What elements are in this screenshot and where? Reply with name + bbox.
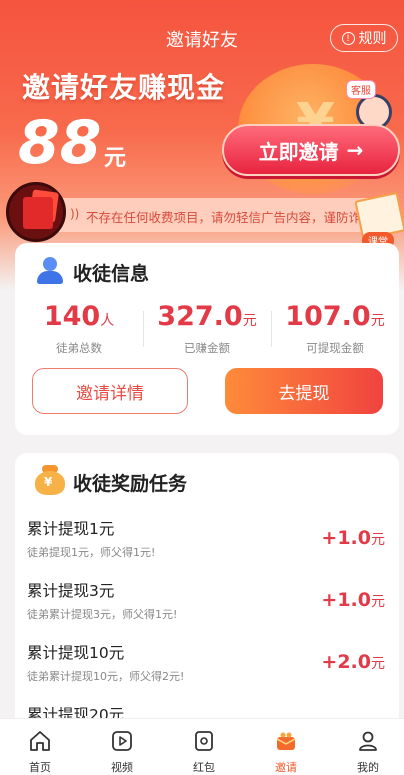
tab-label: 视频 bbox=[111, 761, 133, 774]
task-item[interactable]: 累计提现10元 徒弟累计提现10元，师父得2元! +2.0元 bbox=[15, 641, 399, 703]
reward-amount-unit: 元 bbox=[104, 146, 127, 171]
reward-tasks-title: 收徒奖励任务 bbox=[73, 473, 188, 495]
task-reward: +1.0元 bbox=[321, 589, 385, 611]
stat-label: 徒弟总数 bbox=[56, 341, 102, 355]
invite-now-button[interactable]: 立即邀请 → bbox=[222, 124, 400, 176]
stat-value: 140 bbox=[43, 301, 101, 332]
banner-headline: 邀请好友赚现金 bbox=[22, 71, 226, 104]
classroom-float-button[interactable]: 课堂 bbox=[354, 190, 404, 249]
notice-marquee: )) 不存在任何收费项目，请勿轻信广告内容，谨防诈 bbox=[10, 198, 390, 232]
task-name: 累计提现10元 bbox=[27, 644, 125, 662]
reward-tasks-card: ¥ 收徒奖励任务 累计提现1元 徒弟提现1元，师父得1元! +1.0元 累计提现… bbox=[15, 453, 399, 733]
home-icon bbox=[30, 731, 50, 751]
task-desc: 徒弟累计提现3元，师父得1元! bbox=[27, 608, 178, 621]
task-item[interactable]: 累计提现1元 徒弟提现1元，师父得1元! +1.0元 bbox=[15, 517, 399, 579]
tab-video[interactable]: 视频 bbox=[82, 719, 162, 775]
apprentice-info-title: 收徒信息 bbox=[73, 263, 150, 285]
invite-details-button[interactable]: 邀请详情 bbox=[32, 368, 188, 414]
speaker-icon: )) bbox=[70, 207, 80, 221]
rules-label: 规则 bbox=[358, 31, 387, 47]
invite-now-label: 立即邀请 bbox=[258, 139, 339, 164]
apprentice-info-card: 收徒信息 140人 徒弟总数 327.0元 已赚金额 107.0元 可提现金额 … bbox=[15, 243, 399, 435]
stat-unit: 人 bbox=[100, 313, 115, 329]
task-name: 累计提现3元 bbox=[27, 582, 115, 600]
arrow-right-icon: → bbox=[346, 138, 364, 162]
stat-unit: 元 bbox=[242, 313, 257, 329]
rules-button[interactable]: ! 规则 bbox=[330, 24, 398, 52]
stat-withdrawable: 107.0元 可提现金额 bbox=[271, 301, 399, 356]
red-packet-float-button[interactable] bbox=[6, 182, 66, 242]
user-group-icon bbox=[33, 257, 65, 285]
stat-label: 已赚金额 bbox=[184, 341, 230, 355]
red-packet-icon bbox=[195, 731, 213, 751]
withdraw-button[interactable]: 去提现 bbox=[225, 368, 383, 414]
task-name: 累计提现1元 bbox=[27, 520, 115, 538]
red-envelope-icon bbox=[23, 197, 53, 229]
task-reward: +2.0元 bbox=[321, 651, 385, 673]
task-reward: +1.0元 bbox=[321, 527, 385, 549]
stat-value: 327.0 bbox=[157, 301, 243, 332]
money-bag-icon: ¥ bbox=[33, 463, 67, 495]
profile-icon bbox=[359, 731, 377, 751]
stat-earned: 327.0元 已赚金额 bbox=[143, 301, 271, 356]
tab-invite[interactable]: 邀请 bbox=[246, 719, 326, 775]
stat-value: 107.0 bbox=[285, 301, 371, 332]
task-item[interactable]: 累计提现3元 徒弟累计提现3元，师父得1元! +1.0元 bbox=[15, 579, 399, 641]
customer-service-tag: 客服 bbox=[346, 80, 376, 99]
tab-label: 首页 bbox=[29, 761, 51, 774]
stat-unit: 元 bbox=[370, 313, 385, 329]
stat-apprentice-total: 140人 徒弟总数 bbox=[15, 301, 143, 356]
tab-label: 红包 bbox=[193, 761, 215, 774]
info-icon: ! bbox=[341, 31, 355, 45]
stat-label: 可提现金额 bbox=[306, 341, 364, 355]
task-desc: 徒弟提现1元，师父得1元! bbox=[27, 546, 156, 559]
tab-profile[interactable]: 我的 bbox=[328, 719, 404, 775]
video-icon bbox=[112, 731, 132, 751]
tab-home[interactable]: 首页 bbox=[0, 719, 80, 775]
reward-amount: 88 bbox=[18, 108, 102, 178]
invite-gift-icon bbox=[276, 732, 296, 750]
task-desc: 徒弟累计提现10元，师父得2元! bbox=[27, 670, 185, 683]
tab-red-packet[interactable]: 红包 bbox=[164, 719, 244, 775]
bottom-tab-bar: 首页 视频 红包 邀请 我的 bbox=[0, 718, 404, 775]
tab-label: 邀请 bbox=[275, 761, 297, 774]
tab-label: 我的 bbox=[357, 761, 379, 774]
notice-text: 不存在任何收费项目，请勿轻信广告内容，谨防诈 bbox=[86, 210, 362, 225]
